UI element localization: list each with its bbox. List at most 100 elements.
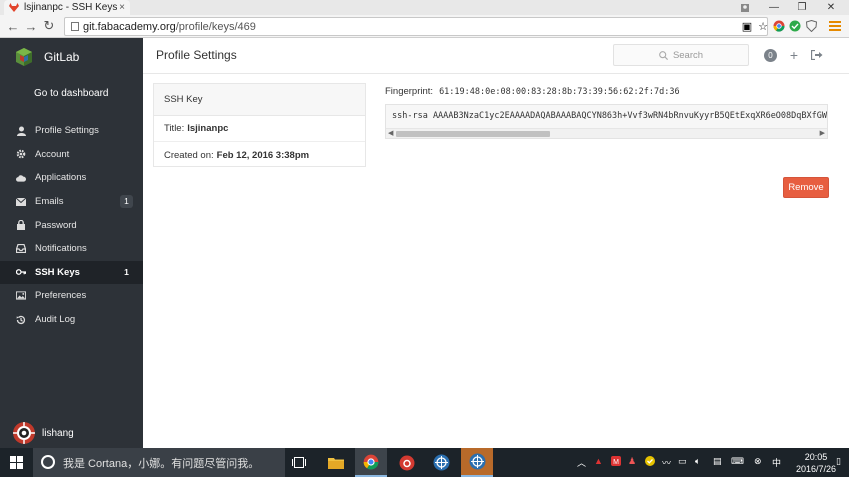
- emails-count-badge: 1: [120, 194, 133, 208]
- scroll-left-icon[interactable]: ◀: [388, 129, 393, 137]
- svg-text:M: M: [613, 459, 619, 466]
- sidebar-item-preferences[interactable]: Preferences: [0, 284, 143, 308]
- maximize-icon[interactable]: ❐: [788, 0, 816, 15]
- screen: lsjinanpc - SSH Keys × — ❐ ✕ ← → ↻ git.f…: [0, 0, 849, 477]
- key-created-value: Feb 12, 2016 3:38pm: [216, 149, 310, 161]
- tray-close-icon[interactable]: ⊗: [754, 456, 762, 467]
- browser-tab[interactable]: lsjinanpc - SSH Keys ×: [4, 0, 130, 15]
- sidebar-item-password[interactable]: Password: [0, 213, 143, 237]
- close-window-icon[interactable]: ✕: [817, 0, 845, 15]
- sidebar-item-applications[interactable]: Applications: [0, 166, 143, 190]
- sidebar-item-audit-log[interactable]: Audit Log: [0, 308, 143, 332]
- sidebar-nav: Profile Settings Account Applications Em…: [0, 119, 143, 331]
- cortana-icon: [41, 455, 55, 469]
- tray-app-icon-4[interactable]: [645, 456, 655, 468]
- fingerprint-value: 61:19:48:0e:08:00:83:28:8b:73:39:56:62:2…: [439, 87, 680, 97]
- envelope-icon: [16, 197, 26, 207]
- page-info-icon: [71, 22, 79, 31]
- public-key-text: ssh-rsa AAAAB3NzaC1yc2EAAAADAQABAAABAQCY…: [392, 111, 828, 121]
- windows-start-icon[interactable]: [10, 456, 23, 469]
- cloud-icon: [16, 173, 26, 183]
- reload-icon[interactable]: ↻: [40, 17, 58, 35]
- close-tab-icon[interactable]: ×: [119, 2, 125, 13]
- chrome-taskbar-icon[interactable]: [355, 448, 387, 477]
- avatar: [13, 422, 35, 444]
- volume-icon[interactable]: 🔈︎: [695, 456, 700, 467]
- key-icon: [16, 267, 26, 277]
- url-path: /profile/keys/469: [175, 20, 256, 33]
- taskbar-clock[interactable]: 20:05 2016/7/26: [796, 451, 836, 475]
- sidebar-item-label: Password: [35, 219, 77, 231]
- minimize-icon[interactable]: —: [760, 0, 788, 15]
- bookmark-star-icon[interactable]: ☆: [756, 18, 770, 34]
- go-to-dashboard-link[interactable]: Go to dashboard: [34, 88, 109, 99]
- tray-app-icon-1[interactable]: ▲: [594, 456, 603, 466]
- gitlab-favicon-icon: [9, 3, 19, 12]
- sidebar-item-account[interactable]: Account: [0, 143, 143, 167]
- ssh-keys-count-badge: 1: [124, 267, 129, 278]
- clock-date: 2016/7/26: [796, 464, 837, 474]
- tab-title: lsjinanpc - SSH Keys: [24, 2, 118, 13]
- sign-out-icon[interactable]: [810, 47, 824, 63]
- tray-app-icon-3[interactable]: ♟: [628, 456, 636, 467]
- sidebar-item-profile-settings[interactable]: Profile Settings: [0, 119, 143, 143]
- app-orange-icon[interactable]: [461, 448, 493, 477]
- sidebar-item-label: Emails: [35, 196, 64, 208]
- translate-icon[interactable]: ▣: [740, 18, 754, 34]
- key-title-label: Title:: [164, 123, 185, 134]
- tray-app-icon-2[interactable]: M: [611, 456, 621, 468]
- public-key-box[interactable]: ssh-rsa AAAAB3NzaC1yc2EAAAADAQABAAABAQCY…: [385, 104, 828, 139]
- current-user[interactable]: lishang: [13, 422, 74, 444]
- sidebar-item-label: Account: [35, 148, 70, 160]
- file-explorer-icon[interactable]: [320, 448, 352, 477]
- browser-toolbar: ← → ↻ git.fabacademy.org/profile/keys/46…: [0, 15, 849, 38]
- keyboard-icon[interactable]: ⌨: [731, 456, 744, 467]
- search-input[interactable]: Search: [613, 44, 749, 66]
- horizontal-scrollbar[interactable]: ◀ ▶: [386, 128, 827, 138]
- sidebar-item-label: Applications: [35, 172, 87, 184]
- key-created-label: Created on:: [164, 149, 214, 161]
- user-profile-icon[interactable]: [731, 0, 759, 15]
- input-method-icon[interactable]: 中: [772, 456, 781, 469]
- scroll-right-icon[interactable]: ▶: [820, 129, 825, 137]
- battery-icon[interactable]: ▭: [678, 456, 687, 467]
- gitlab-logo-icon: [16, 48, 32, 66]
- back-icon[interactable]: ←: [4, 17, 22, 35]
- netease-music-icon[interactable]: [391, 448, 423, 477]
- todos-count-badge[interactable]: 0: [764, 49, 777, 62]
- sidebar-item-notifications[interactable]: Notifications: [0, 237, 143, 261]
- sidebar-item-label: SSH Keys: [35, 266, 80, 278]
- sidebar-item-ssh-keys[interactable]: SSH Keys 1: [0, 260, 143, 285]
- taskbar: 我是 Cortana，小娜。有问题尽管问我。 ︿ ▲ M ♟ 〰 ▭ 🔈︎ ▤ …: [0, 448, 849, 477]
- key-title-row: Title: lsjinanpc: [154, 116, 365, 142]
- gitlab-brand[interactable]: GitLab: [14, 47, 79, 67]
- fingerprint-label: Fingerprint:: [385, 86, 434, 97]
- key-created-row: Created on: Feb 12, 2016 3:38pm: [154, 142, 365, 168]
- sidebar-item-emails[interactable]: Emails 1: [0, 190, 143, 214]
- show-hidden-icons[interactable]: ︿: [577, 456, 586, 469]
- task-view-icon[interactable]: [283, 448, 315, 477]
- notifications-icon[interactable]: ▤: [713, 456, 722, 467]
- cortana-search-box[interactable]: 我是 Cortana，小娜。有问题尽管问我。: [33, 448, 285, 477]
- tray-app-icon-5[interactable]: 〰: [662, 456, 671, 469]
- forward-icon[interactable]: →: [22, 17, 40, 35]
- shield-extension-icon[interactable]: [804, 18, 818, 34]
- page-title: Profile Settings: [156, 48, 237, 62]
- address-bar[interactable]: git.fabacademy.org/profile/keys/469: [64, 17, 768, 36]
- plus-icon[interactable]: +: [787, 47, 801, 63]
- gear-icon: [16, 149, 26, 159]
- chrome-extension-icon[interactable]: [772, 18, 786, 34]
- url-host: git.fabacademy.org: [83, 20, 176, 33]
- action-center-icon[interactable]: ▯: [836, 456, 841, 467]
- image-icon: [16, 291, 26, 301]
- scrollbar-thumb[interactable]: [396, 131, 550, 137]
- username: lishang: [42, 427, 74, 439]
- chrome-menu-icon[interactable]: [828, 18, 842, 34]
- remove-button[interactable]: Remove: [783, 177, 829, 198]
- app-blue-circle-icon[interactable]: [425, 448, 457, 477]
- search-icon: [659, 50, 668, 60]
- cortana-text: 我是 Cortana，小娜。有问题尽管问我。: [63, 457, 260, 470]
- green-check-extension-icon[interactable]: [788, 18, 802, 34]
- brand-name: GitLab: [44, 50, 80, 64]
- sidebar: GitLab Go to dashboard Profile Settings …: [0, 38, 143, 448]
